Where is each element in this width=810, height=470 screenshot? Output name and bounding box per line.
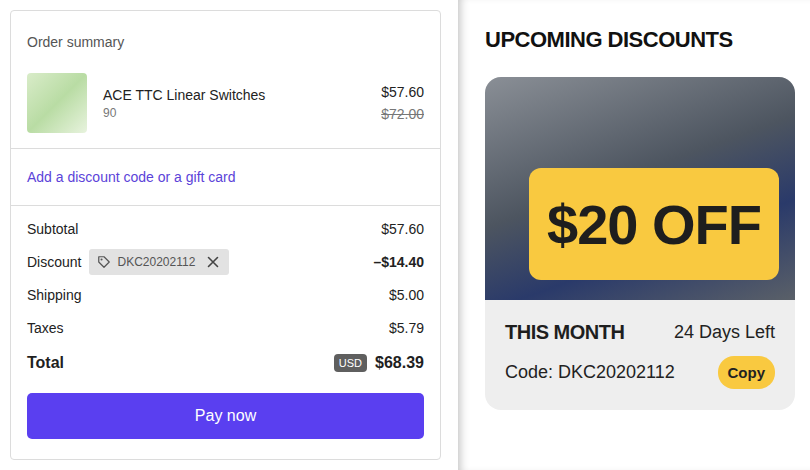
line-label-group: Shipping: [27, 287, 82, 303]
summary-line: Subtotal $57.60: [27, 212, 424, 245]
totals-section: Subtotal $57.60 Discount DKC20202112 –$14.40…: [11, 206, 440, 459]
product-name: ACE TTC Linear Switches: [103, 86, 365, 104]
discount-link[interactable]: Add a discount code or a gift card: [27, 169, 236, 185]
total-label: Total: [27, 354, 64, 372]
keyboard-photo: $20 OFF: [485, 77, 795, 300]
discount-card: $20 OFF THIS MONTH 24 Days Left Code: DKC20…: [485, 77, 795, 410]
line-label-group: Taxes: [27, 320, 64, 336]
line-label: Shipping: [27, 287, 82, 303]
discount-badge: $20 OFF: [529, 168, 779, 280]
discount-link-section: Add a discount code or a gift card: [11, 149, 440, 206]
product-info: ACE TTC Linear Switches 90: [103, 86, 365, 120]
total-value: $68.39: [375, 354, 424, 372]
product-price: $57.60: [381, 83, 424, 101]
summary-line: Discount DKC20202112 –$14.40: [27, 245, 424, 278]
product-quantity: 90: [103, 106, 365, 120]
line-value: –$14.40: [373, 254, 424, 270]
line-value: $5.00: [389, 287, 424, 303]
period-row: THIS MONTH 24 Days Left: [505, 312, 775, 352]
line-label-group: Subtotal: [27, 221, 78, 237]
tag-icon: [97, 255, 111, 269]
product-row: ACE TTC Linear Switches 90 $57.60 $72.00: [27, 73, 424, 133]
copy-button[interactable]: Copy: [718, 356, 776, 389]
summary-line: Taxes $5.79: [27, 311, 424, 344]
discount-chip: DKC20202112: [89, 249, 229, 275]
days-left: 24 Days Left: [674, 322, 775, 343]
line-value: $5.79: [389, 320, 424, 336]
upcoming-panel: UPCOMING DISCOUNTS $20 OFF THIS MONTH 24 Da…: [458, 0, 810, 470]
order-summary-title: Order summary: [27, 33, 424, 51]
line-label: Subtotal: [27, 221, 78, 237]
checkout-page: Order summary ACE TTC Linear Switches 90 $5…: [0, 0, 810, 470]
product-original-price: $72.00: [381, 105, 424, 123]
checkout-column: Order summary ACE TTC Linear Switches 90 $5…: [0, 0, 458, 470]
total-amount-group: USD $68.39: [334, 354, 424, 372]
line-label-group: Discount DKC20202112: [27, 249, 229, 275]
remove-x-icon[interactable]: [207, 256, 219, 268]
product-prices: $57.60 $72.00: [381, 83, 424, 123]
summary-header-section: Order summary ACE TTC Linear Switches 90 $5…: [11, 11, 440, 149]
summary-line: Shipping $5.00: [27, 278, 424, 311]
total-line: Total USD $68.39: [27, 344, 424, 381]
line-label: Discount: [27, 254, 81, 270]
order-summary: Order summary ACE TTC Linear Switches 90 $5…: [10, 10, 441, 460]
code-row: Code: DKC20202112 Copy: [505, 352, 775, 392]
line-label: Taxes: [27, 320, 64, 336]
discount-code: DKC20202112: [117, 255, 195, 269]
pay-now-button[interactable]: Pay now: [27, 393, 424, 439]
upcoming-title: UPCOMING DISCOUNTS: [485, 27, 795, 53]
period-label: THIS MONTH: [505, 321, 624, 344]
code-label: Code: DKC20202112: [505, 362, 675, 383]
product-image: [27, 73, 87, 133]
card-footer: THIS MONTH24 Days LeftCode: DKC20202112C…: [485, 300, 795, 410]
line-value: $57.60: [381, 221, 424, 237]
currency-badge: USD: [334, 354, 367, 372]
